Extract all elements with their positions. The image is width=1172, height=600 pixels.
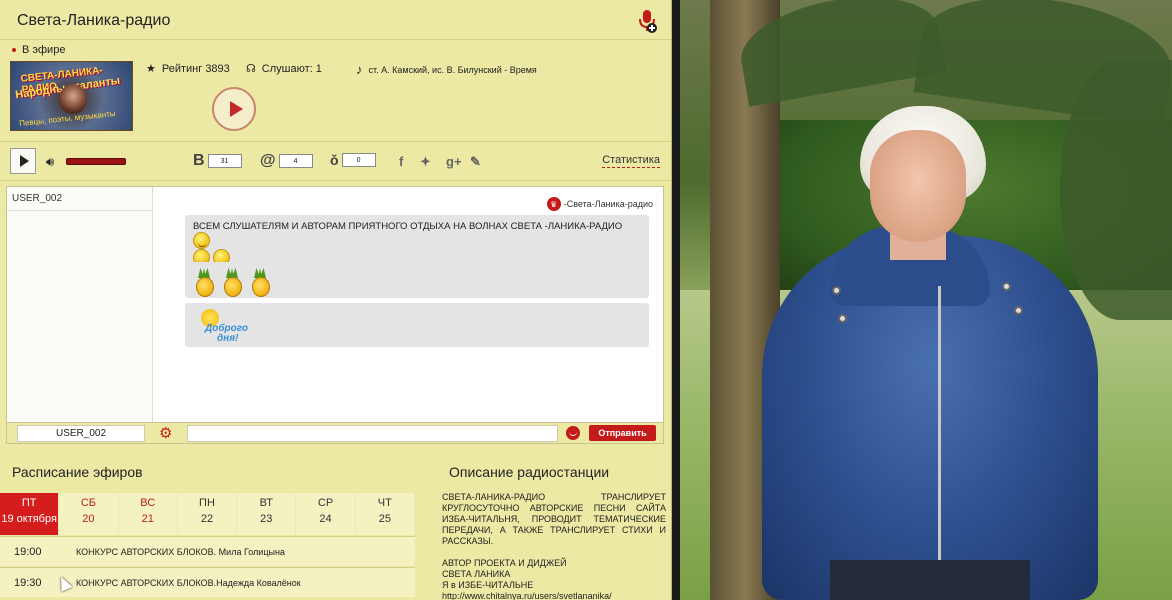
message-sender: ♛ -Света-Ланика-радио: [546, 197, 653, 211]
live-dot-icon: [12, 48, 16, 53]
description-title: Описание радиостанции: [449, 464, 610, 480]
window-divider: [672, 0, 680, 600]
play-button[interactable]: [212, 87, 256, 131]
jacket-zipper: [938, 286, 941, 600]
list-item[interactable]: USER_002: [7, 187, 152, 211]
statistics-link[interactable]: Статистика: [602, 154, 660, 168]
twitter-icon[interactable]: ✦: [420, 154, 431, 170]
music-note-icon: ♪: [356, 62, 363, 77]
schedule-days: ПТ 19 октября СБ 20 ВС 21 ПН 22 ВТ 23 СР 24 ЧТ…: [0, 493, 415, 535]
volume-icon[interactable]: 🔊︎: [46, 154, 54, 170]
play-icon: [19, 155, 29, 167]
user-list: USER_002: [7, 187, 153, 422]
pineapple-emoji-icon: [221, 268, 243, 297]
smile-icon[interactable]: [566, 426, 580, 440]
pineapple-emoji-icon: [249, 268, 271, 297]
logo-portrait: [59, 84, 87, 114]
station-logo: СВЕТА-ЛАНИКА-РАДИО Народные таланты Певц…: [10, 61, 133, 131]
schedule-title: Расписание эфиров: [12, 464, 143, 480]
author-profile-link[interactable]: http://www.chitalnya.ru/users/svetlanani…: [442, 591, 666, 600]
send-button[interactable]: Отправить: [589, 425, 656, 441]
player-play-button[interactable]: [10, 148, 36, 174]
radio-app-panel: Света-Ланика-радио В эфире СВЕТА-ЛАНИКА-…: [0, 0, 672, 600]
pineapple-emoji-icon: [193, 268, 215, 297]
schedule-row[interactable]: 19:00 КОНКУРС АВТОРСКИХ БЛОКОВ. Мила Гол…: [0, 536, 415, 566]
jacket-rivet: [1014, 306, 1023, 315]
station-description: СВЕТА-ЛАНИКА-РАДИО ТРАНСЛИРУЕТ КРУГЛОСУТ…: [442, 492, 666, 600]
day-tab-fri[interactable]: ПТ 19 октября: [0, 493, 60, 535]
ok-icon: ǒ: [330, 152, 339, 168]
headphones-icon: ☊: [246, 63, 256, 75]
vk-icon: В: [193, 152, 205, 169]
livejournal-icon[interactable]: ✎: [470, 154, 481, 170]
crown-icon: ♛: [546, 197, 561, 211]
header: Света-Ланика-радио: [0, 0, 671, 40]
day-tab-sat[interactable]: СБ 20: [59, 493, 119, 535]
google-plus-icon[interactable]: g+: [446, 154, 462, 169]
day-tab-wed[interactable]: СР 24: [296, 493, 356, 535]
play-icon: [229, 101, 243, 117]
vk-share[interactable]: В 31: [193, 152, 242, 170]
person-face: [870, 130, 966, 242]
palm-frond: [1060, 60, 1172, 320]
good-day-sticker: Доброго дня!: [193, 309, 253, 345]
nickname-field[interactable]: USER_002: [17, 425, 145, 442]
message-input[interactable]: [187, 425, 558, 442]
jacket-rivet: [1002, 282, 1011, 291]
person-pants: [830, 560, 1030, 600]
presenter-photo: [680, 0, 1172, 600]
volume-slider[interactable]: [66, 158, 126, 165]
day-tab-mon[interactable]: ПН 22: [177, 493, 238, 535]
smile-emoji-icon: [193, 232, 210, 249]
now-playing: ♪ ст. А. Камский, ис. В. Билунский - Вре…: [356, 62, 537, 77]
facebook-icon[interactable]: f: [399, 154, 403, 169]
page-title: Света-Ланика-радио: [17, 12, 171, 29]
message-area: ♛ -Света-Ланика-радио ВСЕМ СЛУШАТЕЛЯМ И …: [161, 187, 663, 422]
ok-share[interactable]: ǒ 0: [330, 152, 376, 168]
chat-panel: USER_002 ♛ -Света-Ланика-радио ВСЕМ СЛУШ…: [6, 186, 664, 444]
rating: ★ Рейтинг 3893: [146, 62, 230, 76]
jacket-rivet: [838, 314, 847, 323]
day-tab-tue[interactable]: ВТ 23: [237, 493, 297, 535]
star-icon: ★: [146, 63, 156, 75]
listeners: ☊ Слушают: 1: [246, 62, 322, 76]
chat-message: Доброго дня!: [185, 303, 649, 347]
microphone-icon[interactable]: [637, 8, 657, 34]
player-controls: 🔊︎ В 31 @ 4 ǒ 0 f ✦ g+ ✎ Статистика: [0, 141, 671, 181]
day-tab-thu[interactable]: ЧТ 25: [355, 493, 415, 535]
jacket-rivet: [832, 286, 841, 295]
mail-icon: @: [260, 152, 276, 169]
day-tab-sun[interactable]: ВС 21: [118, 493, 178, 535]
chat-input-bar: USER_002 ⚙ Отправить: [7, 422, 663, 443]
gear-icon[interactable]: ⚙: [159, 424, 172, 442]
on-air-status: В эфире: [12, 44, 65, 56]
mail-share[interactable]: @ 4: [260, 152, 313, 170]
chat-message: [185, 262, 649, 298]
